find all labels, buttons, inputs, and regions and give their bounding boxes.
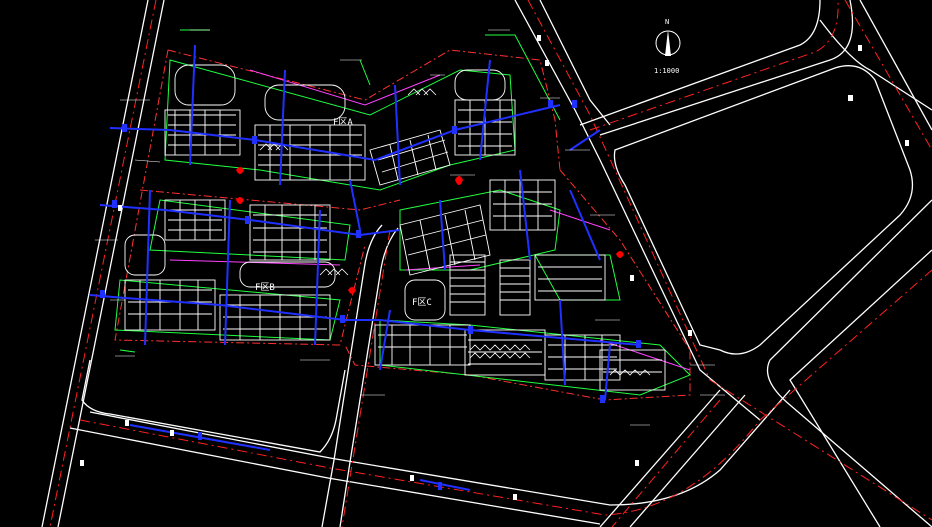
hydrant-markers xyxy=(236,167,624,294)
road-far-right-b xyxy=(819,19,932,111)
lot-a2 xyxy=(264,84,346,121)
road-network xyxy=(41,0,932,527)
lot-a1 xyxy=(174,64,236,106)
north-arrow-pointer-icon xyxy=(665,30,671,56)
road-far-right-d xyxy=(789,249,932,527)
zone-label-b: F区B xyxy=(255,282,275,293)
road-far-right-a xyxy=(859,0,932,131)
block-right xyxy=(613,65,914,355)
road-upper-b xyxy=(599,0,854,136)
building-block-a1 xyxy=(164,109,241,156)
landscape-lines xyxy=(114,29,691,396)
road-left-outer xyxy=(41,0,149,527)
cad-drawing-canvas[interactable]: N 1:1000 F区A F区B F区C xyxy=(0,0,932,527)
buildings xyxy=(124,64,666,391)
building-block-b1 xyxy=(164,199,226,241)
zone-label-c: F区C xyxy=(412,297,432,308)
site-plan-svg: N 1:1000 F区A F区B F区C xyxy=(41,0,932,527)
building-block-b4 xyxy=(219,294,331,341)
building-block-c3 xyxy=(374,324,471,366)
road-bottom-b xyxy=(69,427,601,525)
scale-label: 1:1000 xyxy=(654,67,679,75)
zone-label-a: F区A xyxy=(333,117,353,128)
parking-strip xyxy=(449,254,531,316)
road-centerlines xyxy=(49,0,932,527)
north-arrow xyxy=(655,30,681,56)
north-label: N xyxy=(665,18,669,26)
road-bottom-right xyxy=(599,389,721,527)
lot-a3 xyxy=(454,69,506,101)
building-block-c7 xyxy=(534,254,606,301)
site-boundary xyxy=(114,49,691,401)
annotation-leaders xyxy=(95,29,725,426)
